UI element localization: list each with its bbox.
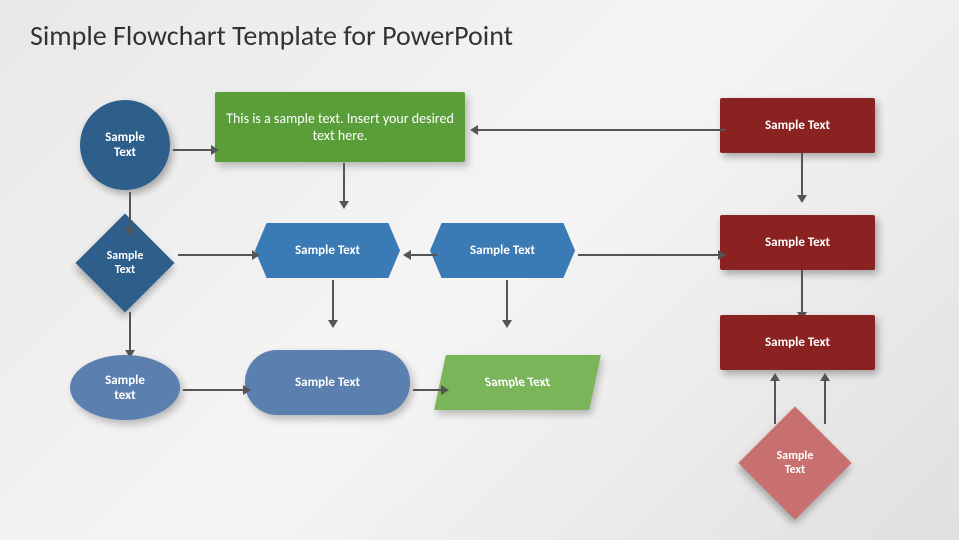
blue-rect2-label: Sample Text [470,243,535,258]
diamond1-label: SampleText [75,218,175,308]
arrow-oval-rounded [183,385,251,395]
arrow-bluerect2-bluerect1 [403,250,437,260]
arrow-diamond-oval [125,312,135,361]
oval-shape: Sampletext [70,355,180,420]
parallelogram-label: Sample Text [483,375,551,390]
arrow-circle-green [173,145,219,155]
red-rect2-label: Sample Text [765,235,830,250]
rounded-rect-shape: Sample Text [245,350,410,415]
red-rect3-label: Sample Text [765,335,830,350]
diamond1-shape: SampleText [75,218,175,308]
red-rect1-shape: Sample Text [720,98,875,153]
parallelogram-shape: Sample Text [440,355,595,410]
arrow-bluerect2-parallelogram [502,280,512,331]
red-rect1-label: Sample Text [765,118,830,133]
arrow-red1-green [470,125,726,135]
blue-rect2-shape: Sample Text [430,223,575,278]
circle-label: Sample Text [105,130,145,160]
page-title: Simple Flowchart Template for PowerPoint [0,0,959,63]
blue-rect1-shape: Sample Text [255,223,400,278]
blue-rect1-label: Sample Text [295,243,360,258]
oval-label: Sampletext [105,373,145,403]
arrow-diamond-bluerect1 [178,250,260,260]
arrow-green-down [339,163,349,212]
green-rect-label: This is a sample text. Insert your desir… [215,110,465,144]
green-rect-shape: This is a sample text. Insert your desir… [215,92,465,162]
red-rect2-shape: Sample Text [720,215,875,270]
pink-diamond-label: SampleText [740,410,850,515]
arrow-bluerect1-rounded [328,280,338,331]
pink-diamond-shape: SampleText [740,410,850,515]
rounded-rect-label: Sample Text [295,375,360,390]
flowchart-canvas: Sample Text This is a sample text. Inser… [0,70,959,540]
circle-shape: Sample Text [80,100,170,190]
arrow-bluerect2-redrect2 [578,250,726,260]
arrow-red1-down [797,153,807,206]
red-rect3-shape: Sample Text [720,315,875,370]
